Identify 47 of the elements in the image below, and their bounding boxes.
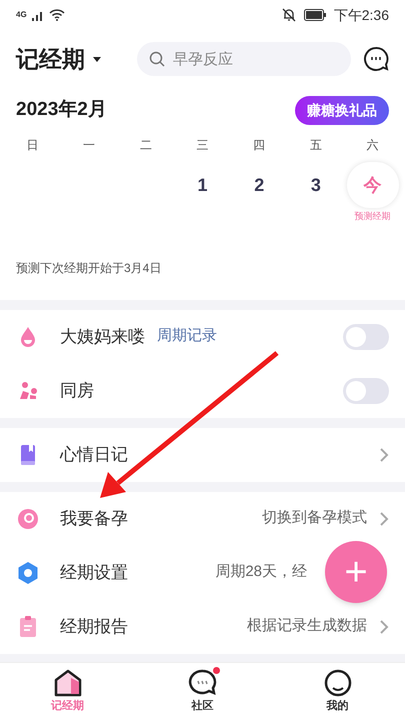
row-label: 心情日记 bbox=[60, 444, 128, 466]
date-cell[interactable]: 1 bbox=[176, 162, 228, 208]
hexagon-icon bbox=[16, 560, 40, 584]
wifi-icon bbox=[48, 9, 65, 21]
message-icon[interactable] bbox=[363, 46, 389, 72]
home-icon bbox=[52, 668, 82, 698]
chevron-icon[interactable] bbox=[379, 618, 389, 634]
weekday-label: 三 bbox=[195, 137, 210, 154]
search-icon bbox=[149, 51, 165, 67]
toggle-switch[interactable] bbox=[343, 324, 389, 350]
chevron-icon[interactable] bbox=[379, 510, 389, 526]
egg-icon bbox=[16, 506, 40, 530]
date-cell[interactable]: 3 bbox=[290, 162, 342, 208]
row-label: 经期设置 bbox=[60, 562, 128, 584]
tab-item[interactable]: 社区 bbox=[135, 662, 270, 720]
chat-icon bbox=[188, 668, 218, 698]
weekday-label: 一 bbox=[82, 137, 96, 154]
row-value: 切换到备孕模式 bbox=[262, 508, 367, 528]
tab-item[interactable]: 我的 bbox=[270, 662, 405, 720]
date-note: 预测经期 bbox=[354, 210, 391, 223]
weekday-label: 日 bbox=[25, 137, 40, 154]
battery-icon bbox=[304, 9, 326, 21]
row-value: 周期28天，经 bbox=[215, 562, 307, 582]
clock: 下午2:36 bbox=[334, 6, 389, 24]
row-label: 同房 bbox=[60, 380, 94, 402]
muted-bell-icon bbox=[282, 8, 296, 22]
row-tag[interactable]: 周期记录 bbox=[157, 325, 217, 348]
weekday-label: 二 bbox=[138, 137, 153, 154]
row-label: 我要备孕 bbox=[60, 508, 128, 530]
weekday-label: 六 bbox=[366, 137, 380, 154]
profile-icon bbox=[322, 668, 352, 698]
date-cell[interactable]: 2 bbox=[233, 162, 286, 208]
title-dropdown[interactable]: 记经期 bbox=[16, 42, 101, 76]
toggle-switch[interactable] bbox=[343, 378, 389, 404]
network-label: 4G bbox=[16, 9, 27, 21]
caret-icon bbox=[93, 56, 101, 62]
weekday-label: 四 bbox=[252, 137, 266, 154]
row-value: 根据记录生成数据 bbox=[247, 616, 367, 636]
month-label: 2023年2月 bbox=[16, 98, 107, 122]
chevron-icon[interactable] bbox=[379, 446, 389, 462]
prediction-text: 预测下次经期开始于3月4日 bbox=[16, 260, 162, 274]
weekday-label: 五 bbox=[308, 137, 323, 154]
row-label: 经期报告 bbox=[60, 616, 128, 638]
search-field[interactable]: 早孕反应 bbox=[137, 42, 351, 76]
reward-button[interactable]: 赚糖换礼品 bbox=[295, 96, 389, 124]
row-label: 大姨妈来喽 bbox=[60, 326, 145, 348]
signal-icon bbox=[30, 9, 45, 21]
